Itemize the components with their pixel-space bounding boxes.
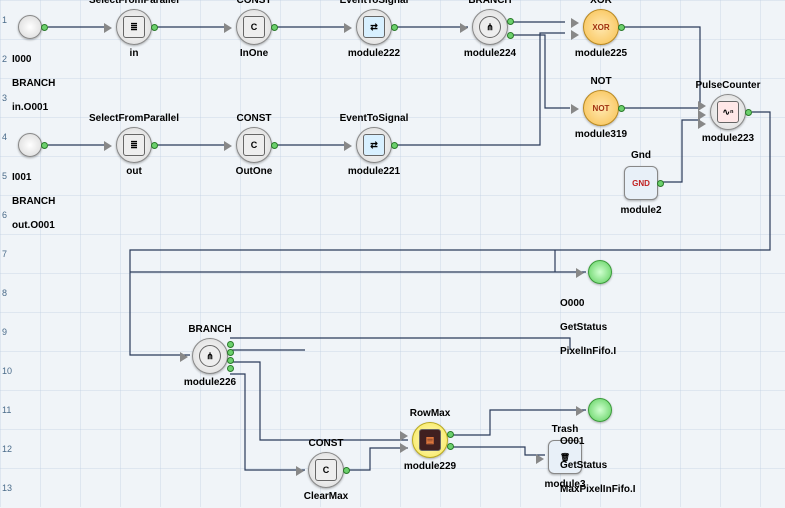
module-name-label: OutOne (236, 166, 273, 177)
module-name-label: module224 (464, 48, 516, 59)
module-name-label: module225 (575, 48, 627, 59)
input-label-I000: I000 BRANCH in.O001 (12, 42, 55, 126)
ets-icon: ⇄ (363, 134, 385, 156)
module-name-label: module221 (348, 166, 400, 177)
module-type-label: RowMax (410, 408, 451, 419)
module-type-label: CONST (237, 0, 272, 6)
module-type-label: BRANCH (188, 324, 231, 335)
row-numbers: 123 456 789 101112 13 (2, 0, 12, 507)
module-type-label: EventToSignal (340, 113, 409, 124)
module-name-label: InOne (240, 48, 268, 59)
output-port-O001[interactable] (588, 398, 612, 422)
module-type-label: NOT (590, 76, 611, 87)
module-name-label: out (126, 166, 142, 177)
module-type-label: EventToSignal (340, 0, 409, 6)
const-icon: C (315, 459, 337, 481)
ets-icon: ⇄ (363, 16, 385, 38)
module-branch-224[interactable]: ⋔ BRANCH module224 (472, 9, 508, 45)
input-port-I001[interactable] (18, 133, 42, 157)
module-name-label: module222 (348, 48, 400, 59)
module-name-label: module226 (184, 377, 236, 388)
const-icon: C (243, 134, 265, 156)
module-name-label: module2 (620, 205, 661, 216)
module-eventtosignal-222[interactable]: ⇄ EventToSignal module222 (356, 9, 392, 45)
const-icon: C (243, 16, 265, 38)
module-name-label: ClearMax (304, 491, 348, 502)
module-branch-226[interactable]: ⋔ BRANCH module226 (192, 338, 228, 374)
module-rowmax-229[interactable]: ▤ RowMax module229 (412, 422, 448, 458)
xor-icon: XOR (592, 23, 609, 32)
module-type-label: CONST (237, 113, 272, 124)
branch-icon: ⋔ (479, 16, 501, 38)
input-port-I000[interactable] (18, 15, 42, 39)
branch-icon: ⋔ (199, 345, 221, 367)
output-label-O001: O001 GetStatus MaxPixelInFifo.I (560, 424, 636, 508)
module-type-label: BRANCH (468, 0, 511, 6)
module-const-clearmax[interactable]: C CONST ClearMax (308, 452, 344, 488)
sfp-icon: ≣ (123, 16, 145, 38)
module-eventtosignal-221[interactable]: ⇄ EventToSignal module221 (356, 127, 392, 163)
not-icon: NOT (593, 104, 610, 113)
module-select-from-parallel-in[interactable]: ≣ SelectFromParallel in (116, 9, 152, 45)
module-const-outone[interactable]: C CONST OutOne (236, 127, 272, 163)
module-type-label: PulseCounter (695, 80, 760, 91)
module-type-label: XOR (590, 0, 612, 6)
input-label-I001: I001 BRANCH out.O001 (12, 160, 55, 244)
module-xor-225[interactable]: XOR XOR module225 (583, 9, 619, 45)
module-not-319[interactable]: NOT NOT module319 (583, 90, 619, 126)
module-name-label: module223 (702, 133, 754, 144)
rowmax-icon: ▤ (419, 429, 441, 451)
module-name-label: module229 (404, 461, 456, 472)
module-name-label: in (130, 48, 139, 59)
module-name-label: module319 (575, 129, 627, 140)
sfp-icon: ≣ (123, 134, 145, 156)
module-type-label: CONST (309, 438, 344, 449)
module-const-inone[interactable]: C CONST InOne (236, 9, 272, 45)
output-port-O000[interactable] (588, 260, 612, 284)
module-select-from-parallel-out[interactable]: ≣ SelectFromParallel out (116, 127, 152, 163)
grid-background (0, 0, 785, 507)
module-pulsecounter-223[interactable]: ∿ⁿ PulseCounter module223 (710, 94, 746, 130)
output-label-O000: O000 GetStatus PixelInFifo.I (560, 286, 616, 370)
gnd-icon: GND (632, 179, 650, 188)
module-type-label: SelectFromParallel (89, 0, 179, 6)
pulse-icon: ∿ⁿ (717, 101, 739, 123)
module-type-label: Gnd (631, 150, 651, 161)
module-type-label: SelectFromParallel (89, 113, 179, 124)
module-gnd[interactable]: GND Gnd module2 (624, 166, 658, 200)
